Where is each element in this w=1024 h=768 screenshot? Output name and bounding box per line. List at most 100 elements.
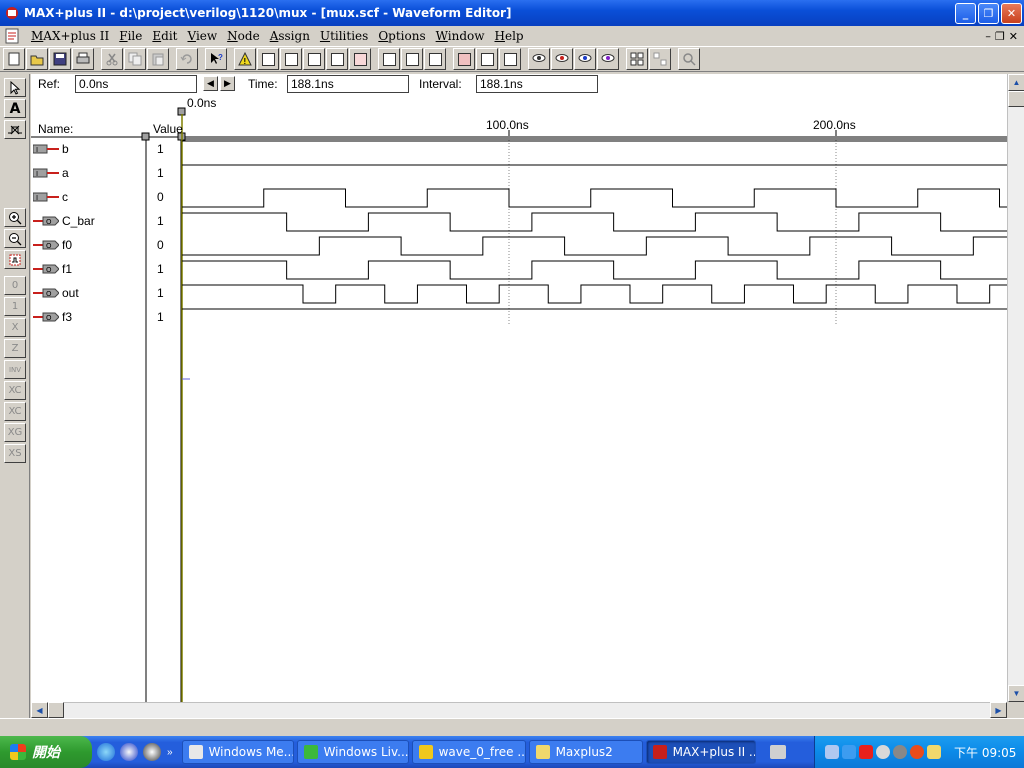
- signal-row-f3[interactable]: Of3 1: [31, 306, 181, 330]
- overwrite-group-button[interactable]: XG: [4, 423, 26, 442]
- menu-file[interactable]: File: [114, 29, 147, 43]
- menu-help[interactable]: Help: [490, 29, 529, 43]
- task-wave-free[interactable]: wave_0_free ...: [411, 740, 526, 764]
- cascade-button[interactable]: [649, 48, 671, 70]
- task-windows-live[interactable]: Windows Liv...: [296, 740, 409, 764]
- force-highz-button[interactable]: Z: [4, 339, 26, 358]
- find-previous-button[interactable]: [574, 48, 596, 70]
- zoom-out-button[interactable]: [4, 229, 26, 248]
- find-next-button[interactable]: [551, 48, 573, 70]
- task-maxplus2-app[interactable]: MAX+plus II ...: [645, 740, 756, 764]
- project-tree-button[interactable]: [424, 48, 446, 70]
- new-file-button[interactable]: [3, 48, 25, 70]
- timing-analyzer-button[interactable]: [326, 48, 348, 70]
- invert-button[interactable]: INV: [4, 360, 26, 379]
- overwrite-state-button[interactable]: XS: [4, 444, 26, 463]
- vertical-scroll-thumb[interactable]: [1008, 91, 1024, 107]
- save-button[interactable]: [49, 48, 71, 70]
- mdi-close-icon[interactable]: ✕: [1009, 30, 1018, 43]
- folder-icon: [535, 745, 550, 759]
- vertical-scrollbar[interactable]: ▲ ▼: [1007, 74, 1024, 702]
- more-quicklaunch-icon[interactable]: »: [167, 747, 173, 758]
- mdi-restore-icon[interactable]: ❐: [995, 30, 1005, 43]
- folder-tray-icon[interactable]: [927, 745, 941, 759]
- messenger-tray-icon[interactable]: [876, 745, 890, 759]
- user-tray-icon[interactable]: [825, 745, 839, 759]
- print-button[interactable]: [72, 48, 94, 70]
- simulate-button[interactable]: [476, 48, 498, 70]
- menu-view[interactable]: View: [182, 29, 222, 43]
- force-low-button[interactable]: 0: [4, 276, 26, 295]
- compiler-button[interactable]: [280, 48, 302, 70]
- signal-row-out[interactable]: Oout 1: [31, 282, 181, 306]
- menu-assign[interactable]: Assign: [265, 29, 315, 43]
- task-windows-media[interactable]: Windows Me...: [181, 740, 294, 764]
- network-tray-icon[interactable]: [842, 745, 856, 759]
- menu-edit[interactable]: Edit: [147, 29, 182, 43]
- signal-row-b[interactable]: Ib 1: [31, 138, 181, 162]
- text-tool-button[interactable]: A: [4, 99, 26, 118]
- signal-row-c_bar[interactable]: O C_bar 1: [31, 210, 181, 234]
- open-file-button[interactable]: [26, 48, 48, 70]
- menu-node[interactable]: Node: [222, 29, 265, 43]
- signal-row-f1[interactable]: Of1 1: [31, 258, 181, 282]
- floorplan-button[interactable]: [378, 48, 400, 70]
- fit-in-window-button[interactable]: [4, 250, 26, 269]
- cut-button[interactable]: [101, 48, 123, 70]
- menu-maxplus[interactable]: MAX+plus II: [26, 29, 114, 43]
- force-unknown-button[interactable]: X: [4, 318, 26, 337]
- signal-row-c[interactable]: Ic 0: [31, 186, 181, 210]
- zoom-button[interactable]: [678, 48, 700, 70]
- task-maxplus2-folder[interactable]: Maxplus2: [528, 740, 643, 764]
- waveform-edit-button[interactable]: [4, 120, 26, 139]
- timing-button[interactable]: [499, 48, 521, 70]
- player-quicklaunch-icon[interactable]: [143, 743, 161, 761]
- overwrite-clock-button[interactable]: XC: [4, 381, 26, 400]
- force-high-button[interactable]: 1: [4, 297, 26, 316]
- menu-options[interactable]: Options: [373, 29, 430, 43]
- title-bar[interactable]: MAX+plus II - d:\project\verilog\1120\mu…: [0, 0, 1024, 26]
- power-tray-icon[interactable]: [910, 745, 924, 759]
- scroll-down-button[interactable]: ▼: [1008, 685, 1024, 702]
- horizontal-scrollbar[interactable]: ◀ ▶: [31, 702, 1007, 718]
- scroll-right-button[interactable]: ▶: [990, 702, 1007, 718]
- ie-quicklaunch-icon[interactable]: [97, 743, 115, 761]
- find-node-button[interactable]: [528, 48, 550, 70]
- wave-task-icon: [418, 745, 433, 759]
- menu-utilities[interactable]: Utilities: [315, 29, 373, 43]
- hierarchy-display-button[interactable]: [401, 48, 423, 70]
- scroll-up-button[interactable]: ▲: [1008, 74, 1024, 91]
- media-quicklaunch-icon[interactable]: [120, 743, 138, 761]
- selection-tool-button[interactable]: [4, 78, 26, 97]
- warning-button[interactable]: !: [234, 48, 256, 70]
- update-tray-icon[interactable]: [893, 745, 907, 759]
- menu-window[interactable]: Window: [431, 29, 490, 43]
- simulator-button[interactable]: [303, 48, 325, 70]
- waveform-f1: [182, 260, 1007, 280]
- copy-button[interactable]: [124, 48, 146, 70]
- undo-button[interactable]: [176, 48, 198, 70]
- compile-button[interactable]: [453, 48, 475, 70]
- programmer-button[interactable]: [349, 48, 371, 70]
- maximize-button[interactable]: ❐: [978, 2, 999, 24]
- paste-button[interactable]: [147, 48, 169, 70]
- close-button[interactable]: ✕: [1001, 2, 1022, 24]
- signal-row-f0[interactable]: Of0 0: [31, 234, 181, 258]
- overwrite-count-button[interactable]: XC: [4, 402, 26, 421]
- zoom-in-button[interactable]: [4, 208, 26, 227]
- context-help-button[interactable]: ?: [205, 48, 227, 70]
- start-button[interactable]: 開始: [0, 736, 92, 768]
- document-icon[interactable]: [4, 28, 22, 44]
- minimize-button[interactable]: _: [955, 2, 976, 24]
- signal-row-a[interactable]: Ia 1: [31, 162, 181, 186]
- scroll-left-button[interactable]: ◀: [31, 702, 48, 718]
- horizontal-scroll-thumb[interactable]: [48, 702, 64, 718]
- hierarchy-up-button[interactable]: [257, 48, 279, 70]
- keyboard-icon[interactable]: [769, 745, 786, 759]
- mdi-minimize-icon[interactable]: –: [985, 30, 991, 43]
- find-all-button[interactable]: [597, 48, 619, 70]
- task-label: MAX+plus II ...: [672, 745, 756, 759]
- waveform-editor[interactable]: Ref: 0.0ns ◀ ▶ Time: 188.1ns Interval: 1…: [31, 74, 1007, 702]
- antivirus-tray-icon[interactable]: [859, 745, 873, 759]
- tile-button[interactable]: [626, 48, 648, 70]
